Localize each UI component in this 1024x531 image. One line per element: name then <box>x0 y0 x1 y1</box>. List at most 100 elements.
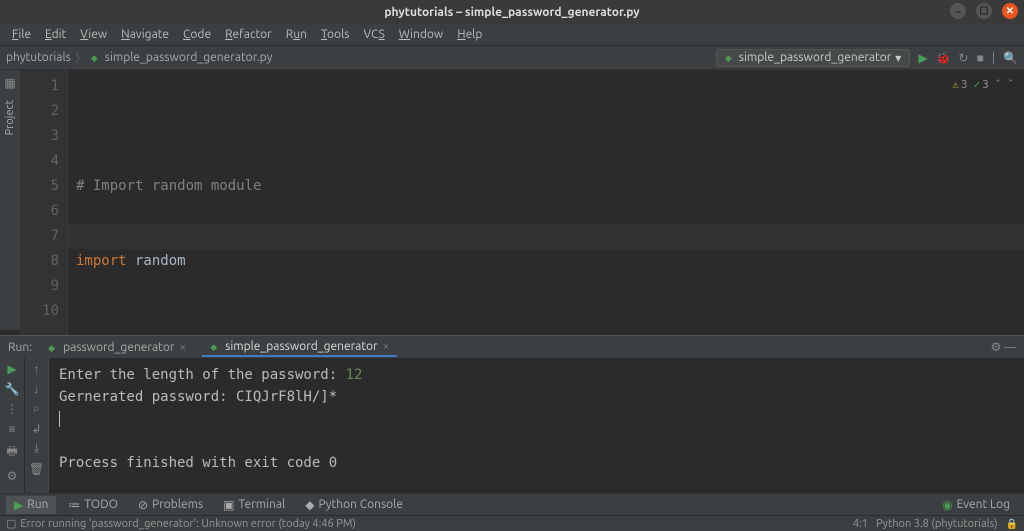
dropdown-icon: ▾ <box>895 51 901 65</box>
statusbar-toggle-icon[interactable]: ▢ <box>6 517 16 530</box>
bottom-tab-label: TODO <box>84 498 118 511</box>
main-menubar: File Edit View Navigate Code Refactor Ru… <box>0 24 1024 46</box>
run-config-label: simple_password_generator <box>739 51 892 64</box>
run-console[interactable]: Enter the length of the password: 12 Ger… <box>48 358 1024 495</box>
line-number: 8 <box>20 249 59 274</box>
todo-icon: ≔ <box>68 498 80 512</box>
run-tab-label: simple_password_generator <box>225 340 378 353</box>
print-icon[interactable]: 🖶 <box>6 442 17 463</box>
status-bar: ▢ Error running 'password_generator': Un… <box>0 515 1024 531</box>
bottom-tab-python-console[interactable]: ◆Python Console <box>297 496 411 514</box>
inspection-widget[interactable]: 3 3 ˆ ˇ <box>952 72 1014 97</box>
filter-icon[interactable]: ⌕ <box>33 402 40 416</box>
console-line: Process finished with exit code 0 <box>59 455 337 471</box>
close-tab-icon[interactable]: × <box>179 341 186 354</box>
chevron-up-icon[interactable]: ˆ <box>995 72 1002 97</box>
bottom-tab-terminal[interactable]: ▣ Terminal <box>215 496 293 514</box>
line-number: 4 <box>20 149 59 174</box>
run-side-toolbar: ▶ 🔧 ⋮ ≡ 🖶 ⚙ <box>0 358 24 495</box>
bottom-tab-label: Terminal <box>239 498 286 511</box>
breadcrumb: phytutorials 〉 simple_password_generator… <box>6 49 272 66</box>
menu-tools[interactable]: Tools <box>315 26 356 43</box>
run-side-toolbar-2: ↑ ↓ ⌕ ↲ ⤓ 🗑 <box>24 358 48 495</box>
window-close-button[interactable]: ✕ <box>1002 3 1018 19</box>
run-tab-label: password_generator <box>63 341 174 354</box>
more-icon[interactable]: ⋮ <box>6 402 18 416</box>
down-icon[interactable]: ↓ <box>34 382 40 396</box>
breadcrumb-file[interactable]: simple_password_generator.py <box>105 51 273 64</box>
bottom-tab-todo[interactable]: ≔ TODO <box>60 496 126 514</box>
breadcrumb-separator: 〉 <box>75 49 87 66</box>
run-header: Run: password_generator × simple_passwor… <box>0 336 1024 358</box>
wrench-icon[interactable]: 🔧 <box>5 382 20 396</box>
menu-vcs[interactable]: VCS <box>357 26 390 43</box>
window-minimize-button[interactable]: – <box>950 3 966 19</box>
project-toolwindow-button[interactable]: Project <box>4 100 16 135</box>
event-log-icon: ◉ <box>942 498 952 512</box>
line-number: 10 <box>20 299 59 324</box>
menu-edit[interactable]: Edit <box>39 26 72 43</box>
python-file-icon <box>210 340 220 353</box>
console-line: Enter the length of the password: 12 <box>59 367 362 383</box>
window-titlebar: phytutorials – simple_password_generator… <box>0 0 1024 24</box>
line-number: 2 <box>20 99 59 124</box>
project-tool-icon[interactable]: ▦ <box>4 76 15 90</box>
menu-code[interactable]: Code <box>177 26 217 43</box>
scroll-icon[interactable]: ⤓ <box>34 442 39 456</box>
run-label: Run: <box>8 341 32 354</box>
bottom-tab-run[interactable]: ▶Run <box>6 496 56 514</box>
current-line-highlight <box>68 224 1024 249</box>
run-icon: ▶ <box>14 498 23 512</box>
console-cursor <box>59 411 60 427</box>
wrap-icon[interactable]: ↲ <box>31 422 41 436</box>
settings-icon[interactable]: ⚙ <box>7 469 18 483</box>
breadcrumb-project[interactable]: phytutorials <box>6 51 71 64</box>
menu-file[interactable]: File <box>6 26 37 43</box>
bottom-tab-problems[interactable]: ⊘ Problems <box>130 496 211 514</box>
python-file-icon <box>48 341 58 354</box>
problems-icon: ⊘ <box>138 498 148 512</box>
console-line: Gernerated password: CIQJrF8lH/]* <box>59 389 337 405</box>
menu-navigate[interactable]: Navigate <box>115 26 175 43</box>
bottom-tab-event-log[interactable]: ◉Event Log <box>934 496 1018 514</box>
python-icon: ◆ <box>305 498 314 512</box>
menu-run[interactable]: Run <box>280 26 313 43</box>
code-token: import <box>76 253 127 269</box>
menu-window[interactable]: Window <box>393 26 449 43</box>
close-tab-icon[interactable]: × <box>383 340 390 353</box>
stop-button[interactable]: ■ <box>977 51 984 65</box>
toolbar-divider: | <box>992 51 995 64</box>
trash-icon[interactable]: 🗑 <box>29 462 44 476</box>
line-number: 3 <box>20 124 59 149</box>
code-editor[interactable]: 1 2 3 4 5 6 7 8 9 10 3 3 ˆ ˇ # Import ra… <box>20 70 1024 335</box>
run-more-icon[interactable]: ↻ <box>959 51 969 65</box>
run-toolwindow: Run: password_generator × simple_passwor… <box>0 335 1024 495</box>
line-number: 9 <box>20 274 59 299</box>
run-tab[interactable]: password_generator × <box>40 339 194 356</box>
run-settings-icon[interactable]: ⚙ — <box>991 340 1016 354</box>
menu-refactor[interactable]: Refactor <box>219 26 278 43</box>
menu-help[interactable]: Help <box>451 26 488 43</box>
chevron-down-icon[interactable]: ˇ <box>1007 72 1014 97</box>
debug-button[interactable]: 🐞 <box>936 51 951 65</box>
lock-icon[interactable] <box>1006 518 1018 530</box>
status-position[interactable]: 4:1 <box>853 518 868 530</box>
editor-gutter: 1 2 3 4 5 6 7 8 9 10 <box>20 70 68 335</box>
bottom-tab-label: Problems <box>152 498 203 511</box>
stack-icon[interactable]: ≡ <box>8 422 15 436</box>
line-number: 1 <box>20 74 59 99</box>
run-config-selector[interactable]: simple_password_generator ▾ <box>716 49 910 67</box>
run-button[interactable]: ▶ <box>918 51 927 65</box>
window-maximize-button[interactable]: ☐ <box>976 3 992 19</box>
code-area[interactable]: 3 3 ˆ ˇ # Import random module import ra… <box>68 70 1024 335</box>
run-tab-active[interactable]: simple_password_generator × <box>202 338 397 357</box>
rerun-button[interactable]: ▶ <box>7 362 16 376</box>
code-line: # Import random module <box>76 178 261 194</box>
status-sdk[interactable]: Python 3.8 (phytutorials) <box>876 518 998 530</box>
up-icon[interactable]: ↑ <box>34 362 40 376</box>
warning-count: 3 <box>952 72 967 97</box>
terminal-icon: ▣ <box>223 498 234 512</box>
search-everywhere-icon[interactable]: 🔍 <box>1003 51 1018 65</box>
bottom-toolbar: ▶Run ≔ TODO ⊘ Problems ▣ Terminal ◆Python C… <box>0 493 1024 515</box>
menu-view[interactable]: View <box>74 26 113 43</box>
